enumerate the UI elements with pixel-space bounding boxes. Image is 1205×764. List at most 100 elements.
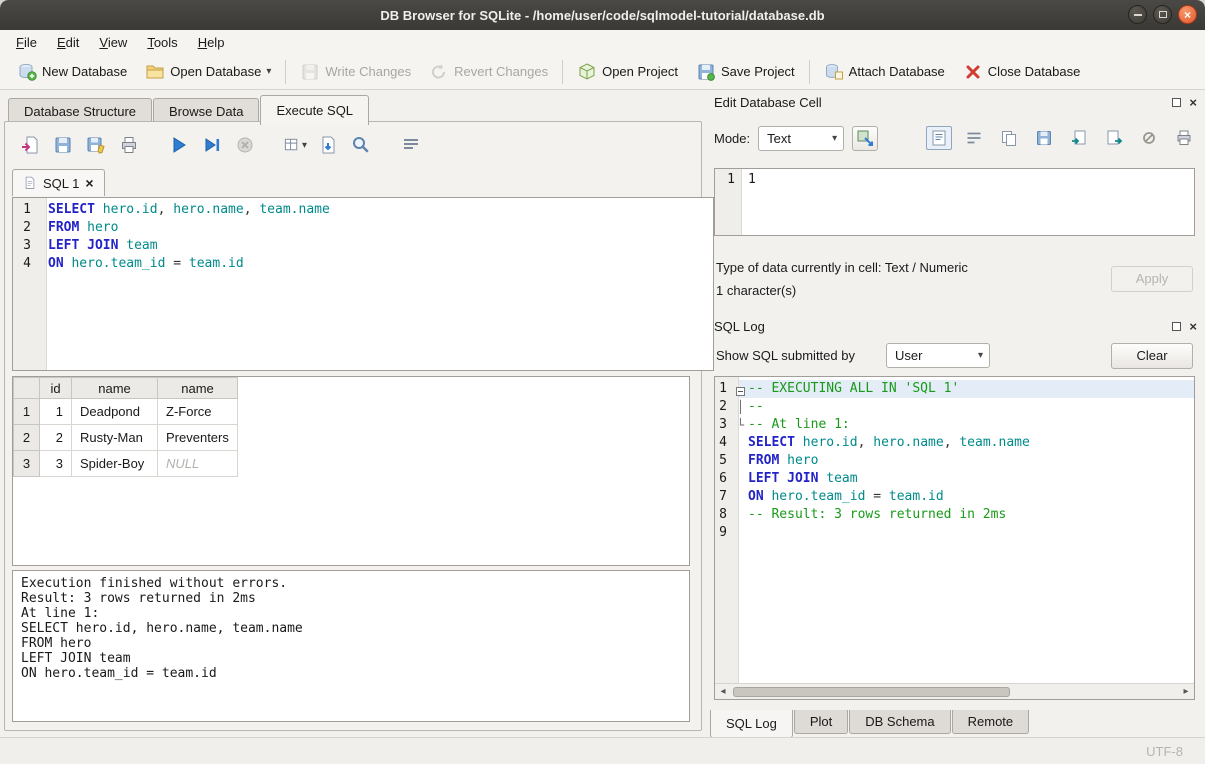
attach-database-button[interactable]: Attach Database: [815, 57, 954, 87]
scrollbar-handle[interactable]: [733, 687, 1010, 697]
mode-combobox[interactable]: Text ▾: [758, 126, 844, 151]
save-cell-button[interactable]: [1031, 126, 1057, 150]
dock-tab-sql-log[interactable]: SQL Log: [710, 710, 793, 738]
left-panel: Database Structure Browse Data Execute S…: [2, 90, 704, 737]
export-icon: [1105, 129, 1123, 147]
open-project-button[interactable]: Open Project: [568, 57, 687, 87]
save-results-button[interactable]: [316, 133, 340, 157]
row-header[interactable]: 3: [14, 451, 40, 477]
result-cell[interactable]: Spider-Boy: [72, 451, 158, 477]
main-tabbar: Database Structure Browse Data Execute S…: [8, 95, 370, 124]
cell-value-editor[interactable]: 1 1: [714, 168, 1195, 236]
new-database-button[interactable]: New Database: [8, 57, 136, 87]
sql-1-tab[interactable]: SQL 1 ×: [12, 169, 105, 196]
maximize-button[interactable]: [1153, 5, 1172, 24]
execute-all-button[interactable]: [167, 133, 191, 157]
code-line: 3LEFT JOIN team: [13, 237, 713, 255]
column-header-name1[interactable]: name: [72, 378, 158, 399]
menu-edit[interactable]: Edit: [47, 32, 89, 53]
export-cell-data-button[interactable]: [1101, 126, 1127, 150]
import-icon: [1070, 129, 1088, 147]
sql-editor[interactable]: 1SELECT hero.id, hero.name, team.name2FR…: [12, 197, 714, 371]
attach-database-label: Attach Database: [849, 64, 945, 79]
results-grid[interactable]: id name name 11DeadpondZ-Force22Rusty-Ma…: [12, 376, 690, 566]
fold-toggle-icon[interactable]: [733, 380, 748, 398]
menu-view[interactable]: View: [89, 32, 137, 53]
code-text: -- EXECUTING ALL IN 'SQL 1': [748, 380, 959, 398]
maximize-icon: [1159, 11, 1167, 18]
import-cell-data-button[interactable]: [1066, 126, 1092, 150]
result-cell[interactable]: NULL: [158, 451, 238, 477]
result-cell[interactable]: Z-Force: [158, 399, 238, 425]
revert-changes-icon: [429, 62, 449, 82]
menu-file[interactable]: File: [6, 32, 47, 53]
save-project-button[interactable]: Save Project: [687, 57, 804, 87]
row-header[interactable]: 2: [14, 425, 40, 451]
tab-execute-sql[interactable]: Execute SQL: [260, 95, 369, 125]
text-mode-button[interactable]: [926, 126, 952, 150]
menu-help[interactable]: Help: [188, 32, 235, 53]
close-button[interactable]: ×: [1178, 5, 1197, 24]
word-wrap-button[interactable]: [961, 126, 987, 150]
line-number: 1: [715, 380, 733, 398]
corner-header[interactable]: [14, 378, 40, 399]
dock-tab-db-schema[interactable]: DB Schema: [849, 710, 950, 734]
dock-tab-plot[interactable]: Plot: [794, 710, 848, 734]
auto-switch-mode-button[interactable]: [852, 126, 878, 151]
result-cell[interactable]: Preventers: [158, 425, 238, 451]
export-results-button[interactable]: ▾: [283, 133, 307, 157]
float-dock-icon[interactable]: [1172, 98, 1181, 107]
save-sql-file-as-button[interactable]: [84, 133, 108, 157]
copy-cell-button[interactable]: [996, 126, 1022, 150]
set-null-icon: [1140, 129, 1158, 147]
result-cell[interactable]: 2: [40, 425, 72, 451]
titlebar[interactable]: DB Browser for SQLite - /home/user/code/…: [0, 0, 1205, 30]
encoding-indicator[interactable]: UTF-8: [1146, 744, 1183, 759]
result-cell[interactable]: 1: [40, 399, 72, 425]
close-sql-tab-icon[interactable]: ×: [85, 175, 93, 191]
table-row: 22Rusty-ManPreventers: [14, 425, 238, 451]
column-header-name2[interactable]: name: [158, 378, 238, 399]
log-filter-combobox[interactable]: User ▾: [886, 343, 990, 368]
scroll-left-icon[interactable]: ◂: [715, 686, 731, 697]
line-number: 4: [715, 434, 733, 452]
column-header-id[interactable]: id: [40, 378, 72, 399]
horizontal-scrollbar[interactable]: ◂ ▸: [715, 683, 1194, 699]
clear-log-button[interactable]: Clear: [1111, 343, 1193, 369]
copy-icon: [1000, 129, 1018, 147]
execute-current-line-button[interactable]: [200, 133, 224, 157]
float-dock-icon[interactable]: [1172, 322, 1181, 331]
open-sql-file-button[interactable]: [18, 133, 42, 157]
code-line: 4SELECT hero.id, hero.name, team.name: [715, 434, 1194, 452]
close-dock-icon[interactable]: ×: [1189, 96, 1197, 109]
menu-tools[interactable]: Tools: [137, 32, 187, 53]
export-dropdown-icon[interactable]: ▾: [302, 140, 307, 151]
scrollbar-track[interactable]: [731, 686, 1178, 698]
open-sql-file-icon: [20, 135, 40, 155]
print-cell-button[interactable]: [1171, 126, 1197, 150]
sql-log-view[interactable]: 1-- EXECUTING ALL IN 'SQL 1'2│--3└-- At …: [714, 376, 1195, 700]
open-database-button[interactable]: Open Database ▾: [136, 57, 280, 87]
save-sql-file-button[interactable]: [51, 133, 75, 157]
scroll-right-icon[interactable]: ▸: [1178, 686, 1194, 697]
table-row: 11DeadpondZ-Force: [14, 399, 238, 425]
result-cell[interactable]: Rusty-Man: [72, 425, 158, 451]
dock-tab-remote[interactable]: Remote: [952, 710, 1030, 734]
close-database-button[interactable]: Close Database: [954, 57, 1090, 87]
text-document-icon: [930, 129, 948, 147]
print-button[interactable]: [117, 133, 141, 157]
result-cell[interactable]: Deadpond: [72, 399, 158, 425]
cell-value[interactable]: 1: [742, 169, 756, 235]
close-dock-icon[interactable]: ×: [1189, 320, 1197, 333]
result-cell[interactable]: 3: [40, 451, 72, 477]
minimize-button[interactable]: [1128, 5, 1147, 24]
line-number: 3: [13, 237, 39, 255]
open-database-dropdown-icon[interactable]: ▾: [266, 66, 271, 77]
row-header[interactable]: 1: [14, 399, 40, 425]
find-replace-button[interactable]: [349, 133, 373, 157]
sql-log-title: SQL Log: [714, 319, 1172, 334]
word-wrap-button[interactable]: [399, 133, 423, 157]
set-null-button[interactable]: [1136, 126, 1162, 150]
line-number: 3: [715, 416, 733, 434]
code-line: 6LEFT JOIN team: [715, 470, 1194, 488]
